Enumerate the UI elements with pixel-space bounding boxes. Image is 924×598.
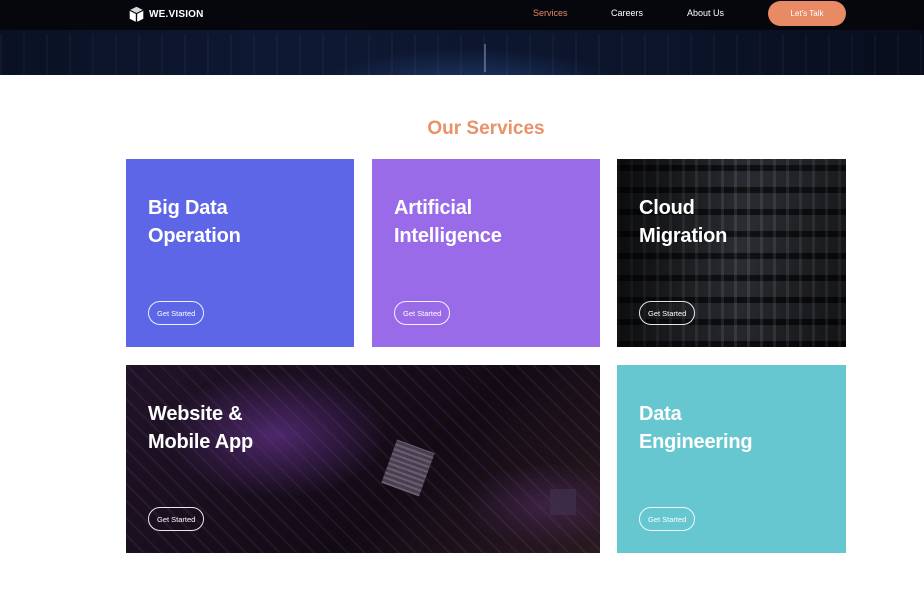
lets-talk-button[interactable]: Let's Talk bbox=[768, 1, 846, 26]
get-started-button[interactable]: Get Started bbox=[639, 507, 696, 531]
cube-logo-icon bbox=[128, 6, 145, 23]
section-title: Our Services bbox=[427, 118, 545, 139]
card-title-line: Engineering bbox=[639, 431, 753, 453]
service-card-data-engineering[interactable]: Data Engineering Get Started bbox=[617, 365, 846, 553]
card-title-line: Migration bbox=[639, 225, 728, 247]
hero-background-texture bbox=[0, 34, 924, 75]
brand-logo[interactable]: WE.VISION bbox=[128, 4, 204, 24]
card-title: Data Engineering bbox=[639, 400, 753, 456]
nav-about-us[interactable]: About Us bbox=[687, 8, 724, 18]
header-hero: WE.VISION Services Careers About Us Let'… bbox=[0, 0, 924, 75]
service-card-website-mobile-app[interactable]: Website & Mobile App Get Started bbox=[126, 365, 600, 553]
brand-name: WE.VISION bbox=[149, 8, 204, 20]
service-card-artificial-intelligence[interactable]: Artificial Intelligence Get Started bbox=[372, 159, 600, 347]
get-started-button[interactable]: Get Started bbox=[394, 301, 451, 325]
card-title-line: Intelligence bbox=[394, 225, 502, 247]
card-title: Cloud Migration bbox=[639, 194, 727, 250]
card-title-line: Mobile App bbox=[148, 431, 254, 453]
card-title: Website & Mobile App bbox=[148, 400, 253, 456]
get-started-button[interactable]: Get Started bbox=[639, 301, 696, 325]
nav-services[interactable]: Services bbox=[533, 8, 568, 18]
chip-graphic bbox=[550, 489, 576, 515]
get-started-button[interactable]: Get Started bbox=[148, 301, 205, 325]
hero-light-pillar bbox=[484, 44, 486, 72]
card-title-line: Operation bbox=[148, 225, 241, 247]
card-title: Artificial Intelligence bbox=[394, 194, 502, 250]
get-started-button[interactable]: Get Started bbox=[148, 507, 205, 531]
card-title: Big Data Operation bbox=[148, 194, 241, 250]
card-title-line: Cloud bbox=[639, 197, 695, 219]
nav-careers[interactable]: Careers bbox=[611, 8, 643, 18]
card-title-line: Big Data bbox=[148, 197, 228, 219]
service-card-big-data[interactable]: Big Data Operation Get Started bbox=[126, 159, 354, 347]
card-title-line: Website & bbox=[148, 403, 243, 425]
service-card-cloud-migration[interactable]: Cloud Migration Get Started bbox=[617, 159, 846, 347]
card-title-line: Data bbox=[639, 403, 682, 425]
card-title-line: Artificial bbox=[394, 197, 473, 219]
